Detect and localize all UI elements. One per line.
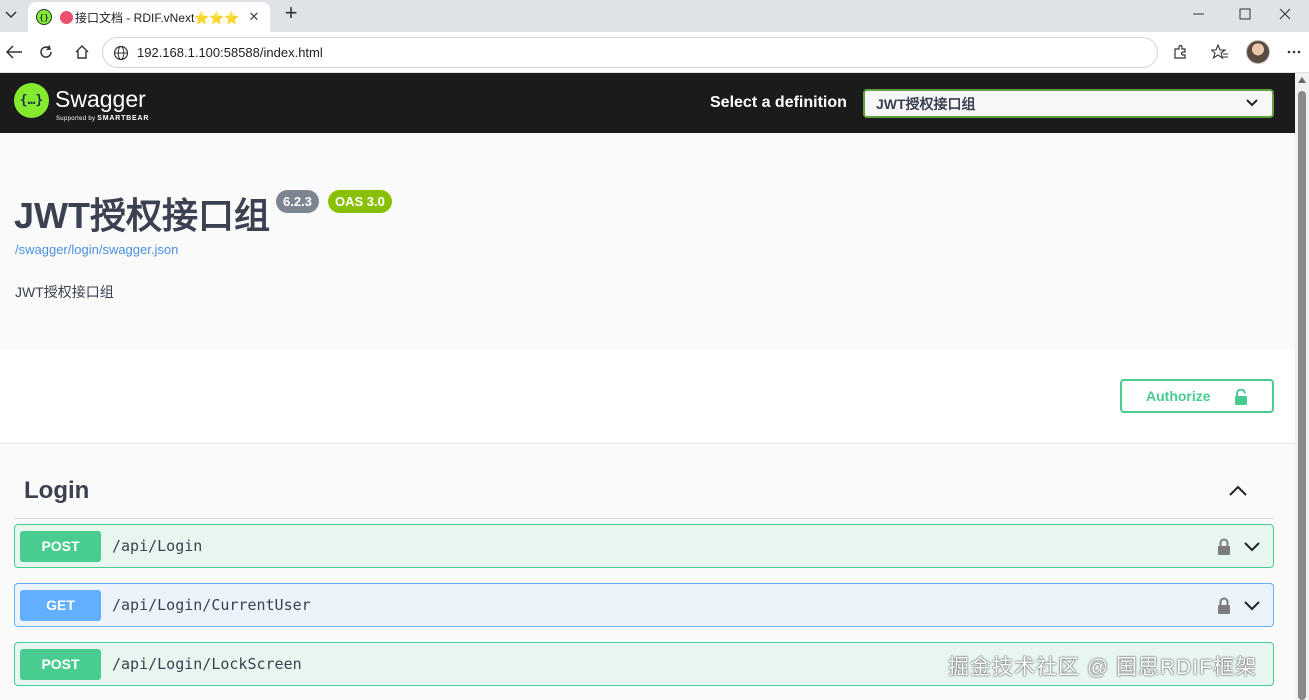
browser-tab[interactable]: {} 接口文档 - RDIF.vNext⭐⭐⭐ ✕	[28, 2, 270, 32]
selected-definition: JWT授权接口组	[876, 95, 976, 112]
swagger-favicon-icon: {}	[36, 9, 52, 25]
lock-icon[interactable]	[1217, 597, 1231, 614]
authorize-label: Authorize	[1146, 388, 1211, 404]
method-badge: POST	[20, 648, 101, 680]
watermark-text: 掘金技术社区 @ 国思RDIF框架	[948, 656, 1257, 679]
address-bar[interactable]: 192.168.1.100:58588/index.html	[102, 37, 1158, 68]
operation-path: /api/Login/CurrentUser	[112, 596, 311, 614]
refresh-icon[interactable]	[32, 38, 60, 66]
lock-icon[interactable]	[1217, 538, 1231, 555]
browser-tab-bar: {} 接口文档 - RDIF.vNext⭐⭐⭐ ✕ +	[0, 0, 1309, 32]
close-window-icon[interactable]	[1262, 0, 1308, 28]
page-scrollbar[interactable]	[1295, 73, 1309, 700]
api-title: JWT授权接口组	[14, 195, 270, 236]
close-tab-icon[interactable]: ✕	[246, 9, 262, 25]
tag-section-header[interactable]: Login	[14, 473, 1274, 519]
scrollbar-thumb[interactable]	[1298, 91, 1306, 700]
unlocked-lock-icon	[1235, 389, 1247, 405]
chevron-down-icon[interactable]	[1243, 599, 1261, 611]
tab-list-chevron-icon[interactable]	[0, 2, 22, 28]
extensions-icon[interactable]	[1166, 38, 1194, 66]
select-definition-label: Select a definition	[710, 94, 847, 111]
scheme-container: Authorize	[0, 349, 1295, 444]
method-badge: POST	[20, 530, 101, 562]
tab-title: 接口文档 - RDIF.vNext⭐⭐⭐	[75, 10, 240, 25]
version-badge: 6.2.3	[276, 190, 319, 213]
globe-icon	[113, 45, 129, 60]
favorites-star-icon[interactable]	[1206, 38, 1234, 66]
swagger-logo-text: Swagger	[55, 86, 146, 112]
logo-sub-brand: SMARTBEAR	[97, 115, 150, 122]
address-url: 192.168.1.100:58588/index.html	[137, 45, 323, 60]
api-info-section: JWT授权接口组 6.2.3 OAS 3.0 /swagger/login/sw…	[0, 133, 1295, 349]
logo-sub-prefix: Supported by	[56, 116, 98, 122]
oas-badge: OAS 3.0	[328, 190, 392, 213]
api-description: JWT授权接口组	[15, 284, 114, 300]
authorize-button[interactable]: Authorize	[1120, 379, 1274, 413]
swagger-topbar: {…} Swagger Supported by SMARTBEAR Selec…	[0, 73, 1295, 133]
scroll-up-arrow-icon[interactable]	[1298, 77, 1306, 83]
back-arrow-icon[interactable]	[0, 38, 28, 66]
chevron-up-icon[interactable]	[1228, 483, 1248, 497]
operation-path: /api/Login	[112, 537, 203, 555]
home-icon[interactable]	[68, 38, 96, 66]
opblock-post-login[interactable]: POST /api/Login	[14, 524, 1274, 568]
new-tab-button[interactable]: +	[280, 2, 302, 26]
swagger-logo-icon: {…}	[14, 83, 49, 118]
more-options-icon[interactable]	[1280, 38, 1308, 66]
profile-avatar[interactable]	[1246, 40, 1270, 64]
swagger-json-link[interactable]: /swagger/login/swagger.json	[15, 242, 178, 257]
operation-path: /api/Login/LockScreen	[112, 655, 302, 673]
browser-toolbar: 192.168.1.100:58588/index.html	[0, 32, 1309, 73]
method-badge: GET	[20, 589, 101, 621]
smiley-emoji-icon	[60, 10, 73, 24]
minimize-icon[interactable]	[1176, 0, 1222, 28]
definition-select[interactable]: JWT授权接口组	[863, 89, 1274, 118]
chevron-down-icon[interactable]	[1243, 540, 1261, 552]
tag-name: Login	[24, 477, 90, 504]
swagger-logo-subtitle: Supported by SMARTBEAR	[56, 115, 149, 122]
opblock-get-current-user[interactable]: GET /api/Login/CurrentUser	[14, 583, 1274, 627]
chevron-down-icon	[1246, 99, 1258, 107]
